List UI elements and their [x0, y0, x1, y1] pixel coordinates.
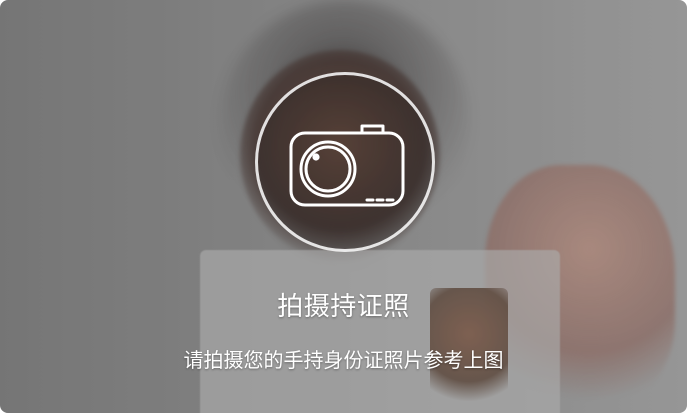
capture-instruction: 请拍摄您的手持身份证照片参考上图 — [183, 348, 504, 372]
camera-icon[interactable] — [285, 118, 410, 213]
capture-title: 拍摄持证照 — [277, 292, 410, 322]
id-photo-capture-card[interactable]: 拍摄持证照 请拍摄您的手持身份证照片参考上图 — [0, 0, 687, 413]
